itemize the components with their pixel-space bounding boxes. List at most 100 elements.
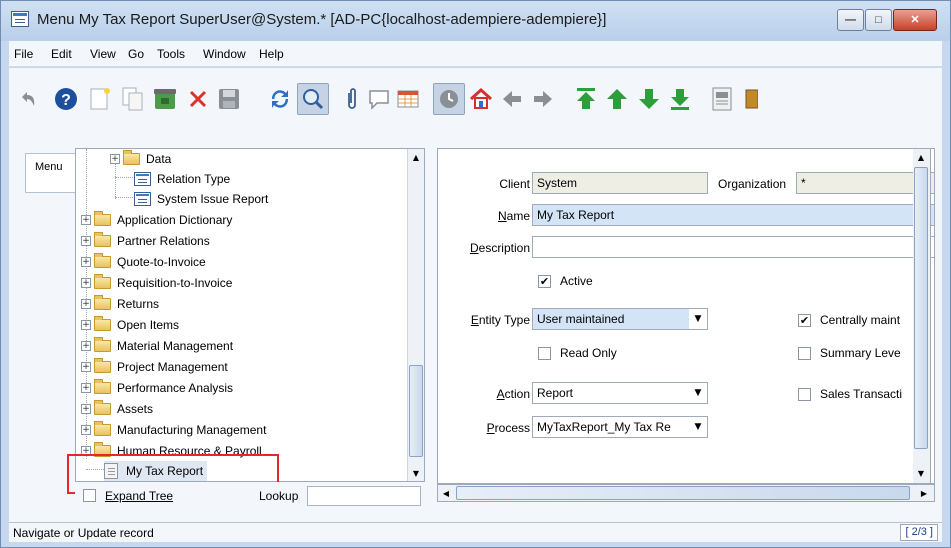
scroll-thumb[interactable] [409, 365, 423, 457]
menu-go[interactable]: Go [128, 47, 144, 61]
close-button[interactable]: ✕ [893, 9, 937, 31]
process-select[interactable]: MyTaxReport_My Tax Re ▼ [532, 416, 708, 438]
scroll-up-icon[interactable]: ▲ [913, 149, 929, 165]
centrally-maintained-row[interactable]: ✔ Centrally maint [798, 313, 900, 327]
next-record-icon[interactable] [635, 85, 663, 113]
description-field[interactable] [532, 236, 934, 258]
expand-icon[interactable]: + [81, 383, 91, 393]
tree-item-assets[interactable]: + Assets [81, 399, 153, 419]
menu-tools[interactable]: Tools [157, 47, 185, 61]
expand-icon[interactable]: + [81, 320, 91, 330]
expand-icon[interactable]: + [81, 236, 91, 246]
expand-tree-checkbox[interactable] [83, 489, 96, 502]
scroll-left-icon[interactable]: ◀ [438, 485, 454, 501]
expand-icon[interactable]: + [81, 341, 91, 351]
menu-help[interactable]: Help [259, 47, 284, 61]
home-icon[interactable] [467, 85, 495, 113]
menu-view[interactable]: View [90, 47, 116, 61]
read-only-row[interactable]: Read Only [538, 346, 617, 360]
expand-icon[interactable]: + [81, 257, 91, 267]
tree-item-relation-type[interactable]: Relation Type [134, 169, 230, 189]
tree-item-requisition-to-invoice[interactable]: + Requisition-to-Invoice [81, 273, 232, 293]
read-only-checkbox[interactable] [538, 346, 551, 360]
previous-record-icon[interactable] [603, 85, 631, 113]
centrally-maintained-checkbox[interactable]: ✔ [798, 313, 811, 327]
expand-icon[interactable]: + [81, 404, 91, 414]
tree-item-data[interactable]: + Data [110, 149, 171, 169]
tree-item-project-management[interactable]: + Project Management [81, 357, 228, 377]
form-horizontal-scrollbar[interactable]: ◀ ▶ [437, 484, 935, 502]
expand-icon[interactable]: + [81, 278, 91, 288]
expand-icon[interactable]: + [81, 299, 91, 309]
scroll-down-icon[interactable]: ▼ [913, 465, 929, 481]
lookup-input[interactable] [307, 486, 421, 506]
chevron-down-icon[interactable]: ▼ [689, 417, 707, 437]
chevron-down-icon[interactable]: ▼ [689, 309, 707, 329]
sales-transaction-checkbox[interactable] [798, 387, 811, 401]
active-checkbox[interactable]: ✔ [538, 274, 551, 288]
scroll-down-icon[interactable]: ▼ [408, 465, 424, 481]
folder-icon [94, 232, 111, 247]
help-icon[interactable]: ? [52, 85, 80, 113]
copy-record-icon[interactable] [119, 85, 147, 113]
action-select[interactable]: Report ▼ [532, 382, 708, 404]
menu-window[interactable]: Window [203, 47, 246, 61]
tree-item-performance-analysis[interactable]: + Performance Analysis [81, 378, 233, 398]
last-record-icon[interactable] [666, 85, 694, 113]
tree-item-quote-to-invoice[interactable]: + Quote-to-Invoice [81, 252, 206, 272]
tree-item-partner-relations[interactable]: + Partner Relations [81, 231, 210, 251]
report-icon[interactable] [708, 85, 736, 113]
main-area: Menu + Data Relation Type System Issue R… [9, 138, 942, 522]
tree-item-returns[interactable]: + Returns [81, 294, 159, 314]
sales-transaction-row[interactable]: Sales Transacti [798, 387, 902, 401]
summary-level-checkbox[interactable] [798, 346, 811, 360]
history-icon[interactable] [433, 83, 465, 115]
attachment-icon[interactable] [338, 85, 366, 113]
expand-icon[interactable]: + [81, 215, 91, 225]
scroll-up-icon[interactable]: ▲ [408, 149, 424, 165]
expand-icon[interactable]: + [110, 154, 120, 164]
find-icon[interactable] [297, 83, 329, 115]
description-label: Description [469, 241, 530, 255]
scroll-right-icon[interactable]: ▶ [916, 485, 932, 501]
grid-toggle-icon[interactable] [394, 85, 422, 113]
undo-icon[interactable] [13, 85, 41, 113]
tree-item-label: Application Dictionary [117, 213, 233, 227]
active-checkbox-row[interactable]: ✔ Active [538, 274, 593, 288]
minimize-button[interactable]: — [837, 9, 864, 31]
new-record-icon[interactable] [86, 85, 114, 113]
archive-icon[interactable] [737, 85, 765, 113]
chat-icon[interactable] [365, 85, 393, 113]
tree-item-manufacturing-management[interactable]: + Manufacturing Management [81, 420, 266, 440]
summary-level-row[interactable]: Summary Leve [798, 346, 901, 360]
record-indicator[interactable]: [ 2/3 ] [900, 524, 938, 541]
tree-vertical-scrollbar[interactable]: ▲ ▼ [407, 149, 424, 481]
menu-file[interactable]: File [14, 47, 33, 61]
first-record-icon[interactable] [572, 85, 600, 113]
refresh-icon[interactable] [266, 85, 294, 113]
form-vertical-scrollbar[interactable]: ▲ ▼ [913, 148, 931, 484]
name-field[interactable]: My Tax Report [532, 204, 934, 226]
tree-item-open-items[interactable]: + Open Items [81, 315, 179, 335]
delete-record-icon[interactable] [151, 85, 179, 113]
forward-icon[interactable] [529, 85, 557, 113]
expand-icon[interactable]: + [81, 425, 91, 435]
entity-type-value: User maintained [537, 312, 625, 326]
entity-type-select[interactable]: User maintained ▼ [532, 308, 708, 330]
tree-connector-line [115, 197, 133, 198]
client-field[interactable]: System [532, 172, 708, 194]
tree-item-material-management[interactable]: + Material Management [81, 336, 233, 356]
expand-icon[interactable]: + [81, 362, 91, 372]
save-icon[interactable] [215, 85, 243, 113]
scroll-thumb[interactable] [456, 486, 910, 500]
tree-item-label: System Issue Report [157, 192, 269, 206]
scroll-thumb[interactable] [914, 167, 928, 449]
delete-selection-icon[interactable] [184, 85, 212, 113]
menu-edit[interactable]: Edit [51, 47, 72, 61]
chevron-down-icon[interactable]: ▼ [689, 383, 707, 403]
tree-item-system-issue-report[interactable]: System Issue Report [134, 189, 268, 209]
tree-item-application-dictionary[interactable]: + Application Dictionary [81, 210, 232, 230]
window-title: Menu My Tax Report SuperUser@System.* [A… [37, 11, 607, 28]
back-icon[interactable] [498, 85, 526, 113]
maximize-button[interactable]: □ [865, 9, 892, 31]
